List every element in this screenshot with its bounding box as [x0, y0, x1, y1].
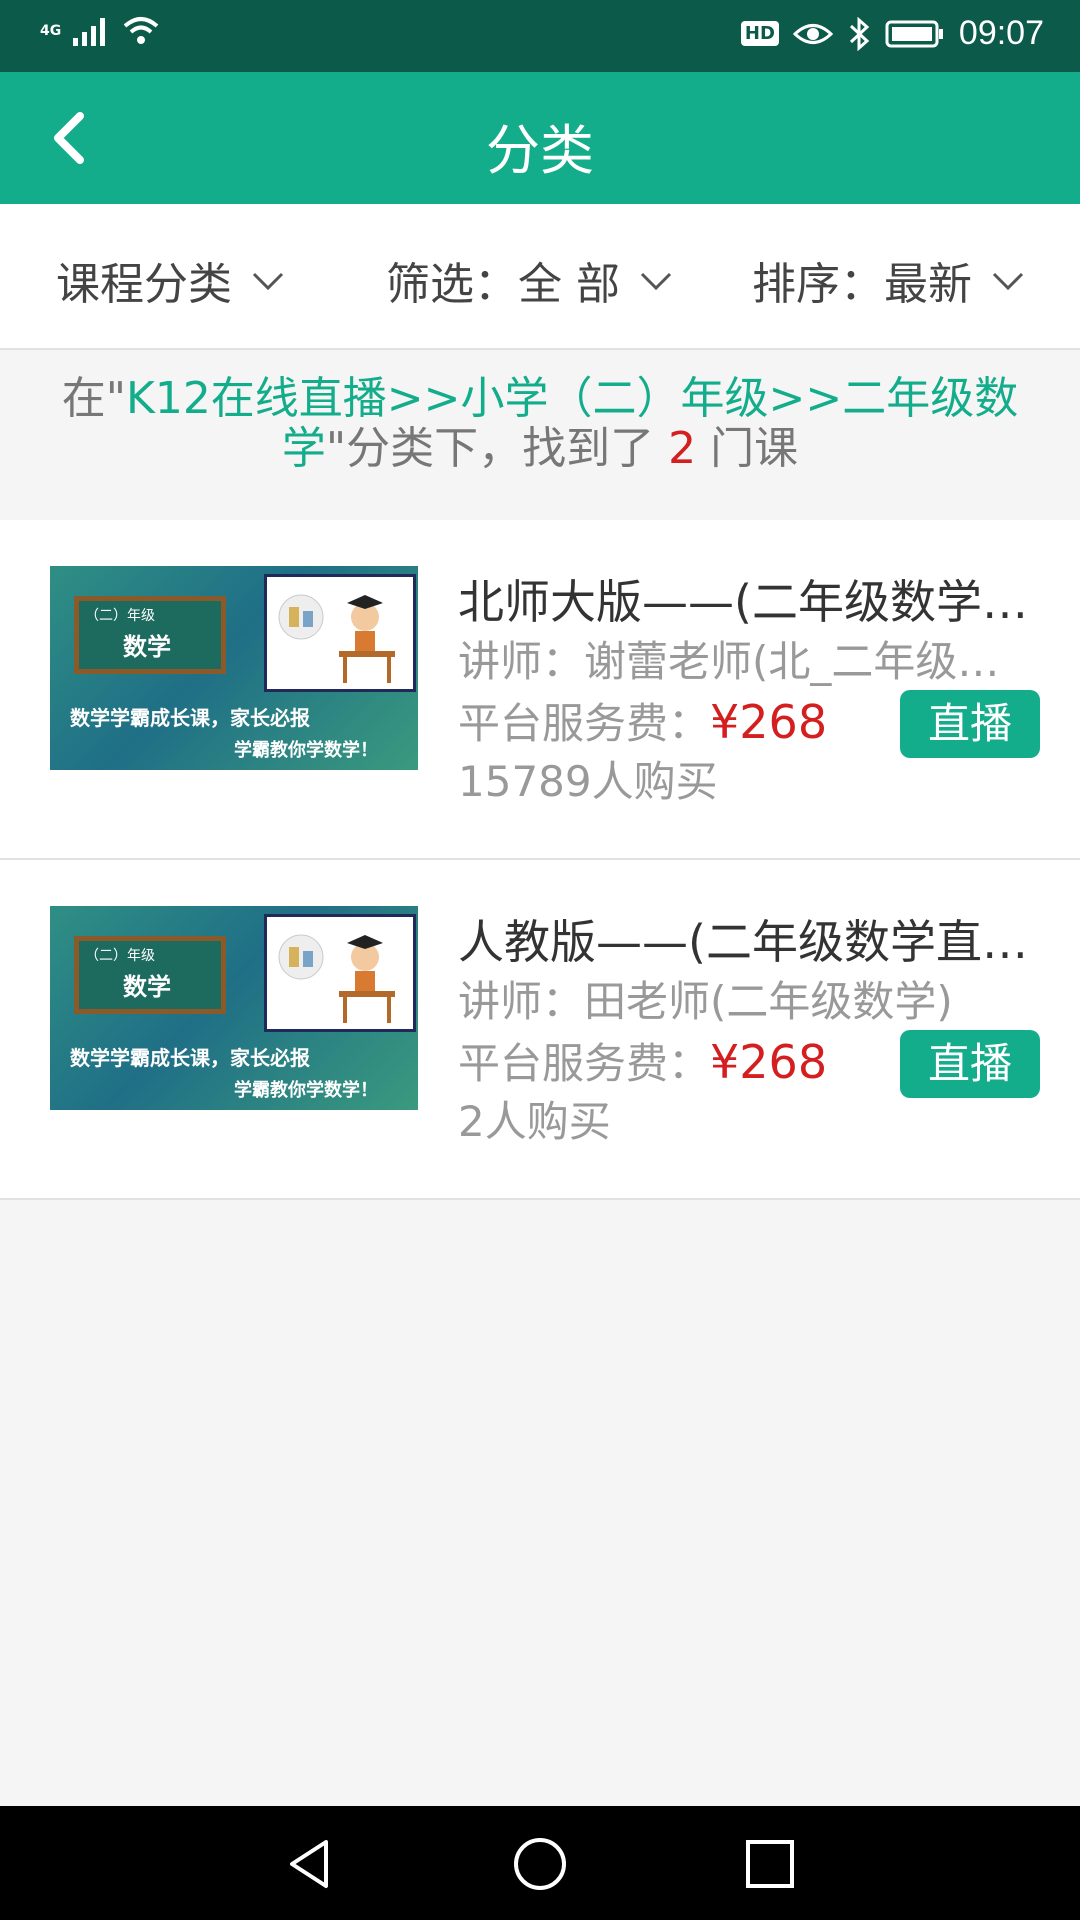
nav-back-icon[interactable] — [280, 1834, 340, 1894]
wifi-icon — [123, 17, 159, 44]
course-thumbnail: （二）年级 数学 数学学霸成长课，家长必报 学霸教你学数学！ — [50, 566, 418, 770]
system-nav-bar — [0, 1806, 1080, 1920]
course-buyers: 15789人购买 — [458, 757, 718, 806]
course-buyers: 2人购买 — [458, 1097, 611, 1146]
thumb-grade: （二）年级 — [85, 608, 155, 624]
status-bar: 4G HD 09:07 — [0, 0, 1080, 72]
filter-bar: 课程分类 筛选：全 部 排序：最新 — [0, 204, 1080, 350]
teacher-illustration — [264, 914, 416, 1032]
course-price: ¥268 — [710, 1035, 828, 1089]
thumb-tagline: 数学学霸成长课，家长必报 — [70, 1046, 310, 1070]
nav-home-icon[interactable] — [510, 1834, 570, 1894]
eye-comfort-icon — [792, 23, 833, 44]
result-prefix: 在" — [61, 373, 126, 424]
status-time: 09:07 — [958, 14, 1044, 52]
course-item[interactable]: （二）年级 数学 数学学霸成长课，家长必报 学霸教你学数学！ — [0, 520, 1080, 860]
course-list: （二）年级 数学 数学学霸成长课，家长必报 学霸教你学数学！ 北师大版——(二年… — [0, 520, 1080, 1200]
chevron-down-icon — [992, 272, 1024, 291]
teacher-illustration — [264, 574, 416, 692]
chalkboard: （二）年级 数学 — [74, 596, 226, 674]
page-title: 分类 — [486, 119, 594, 182]
course-title: 人教版——(二年级数学直… — [458, 915, 1028, 969]
result-summary: 在"K12在线直播>>小学（二）年级>>二年级数学"分类下，找到了 2 门课 — [0, 350, 1080, 520]
course-title: 北师大版——(二年级数学… — [458, 575, 1028, 629]
scope-filter-label: 筛选：全 部 — [386, 259, 620, 310]
result-suffix: 门课 — [710, 423, 799, 474]
status-left: 4G — [40, 14, 161, 48]
student-illustration-icon — [278, 594, 395, 683]
thumb-tagline: 数学学霸成长课，家长必报 — [70, 706, 310, 730]
live-badge[interactable]: 直播 — [900, 690, 1040, 758]
course-item[interactable]: （二）年级 数学 数学学霸成长课，家长必报 学霸教你学数学！ — [0, 860, 1080, 1200]
thumb-subline: 学霸教你学数学！ — [234, 1080, 378, 1101]
thumb-subject: 数学 — [123, 973, 171, 1001]
fee-label: 平台服务费： — [458, 699, 711, 748]
category-filter-label: 课程分类 — [56, 259, 232, 310]
bluetooth-icon — [849, 16, 870, 51]
app-bar: 分类 — [0, 72, 1080, 204]
signal-icon — [73, 18, 106, 46]
nav-recents-icon[interactable] — [740, 1834, 800, 1894]
thumb-subline: 学霸教你学数学！ — [234, 740, 378, 761]
battery-icon — [885, 20, 943, 47]
course-teacher: 讲师：田老师(二年级数学) — [458, 977, 953, 1026]
course-price: ¥268 — [710, 695, 828, 749]
student-illustration-icon — [278, 934, 395, 1023]
chalkboard: （二）年级 数学 — [74, 936, 226, 1014]
thumb-subject: 数学 — [123, 633, 171, 661]
live-badge[interactable]: 直播 — [900, 1030, 1040, 1098]
hd-icon: HD — [740, 21, 779, 46]
sort-filter-label: 排序：最新 — [752, 259, 972, 310]
chevron-down-icon — [640, 272, 672, 291]
scope-filter[interactable]: 筛选：全 部 — [386, 248, 674, 312]
sort-filter[interactable]: 排序：最新 — [752, 248, 1026, 312]
fee-label: 平台服务费： — [458, 1039, 711, 1088]
course-teacher: 讲师：谢蕾老师(北_二年级… — [458, 637, 1000, 686]
result-count: 2 — [668, 423, 697, 474]
status-right: HD 09:07 — [740, 14, 1044, 53]
result-middle: "分类下，找到了 — [325, 423, 655, 474]
chevron-down-icon — [252, 272, 284, 291]
thumb-grade: （二）年级 — [85, 948, 155, 964]
category-filter[interactable]: 课程分类 — [56, 248, 286, 312]
network-type: 4G — [40, 23, 62, 39]
course-thumbnail: （二）年级 数学 数学学霸成长课，家长必报 学霸教你学数学！ — [50, 906, 418, 1110]
